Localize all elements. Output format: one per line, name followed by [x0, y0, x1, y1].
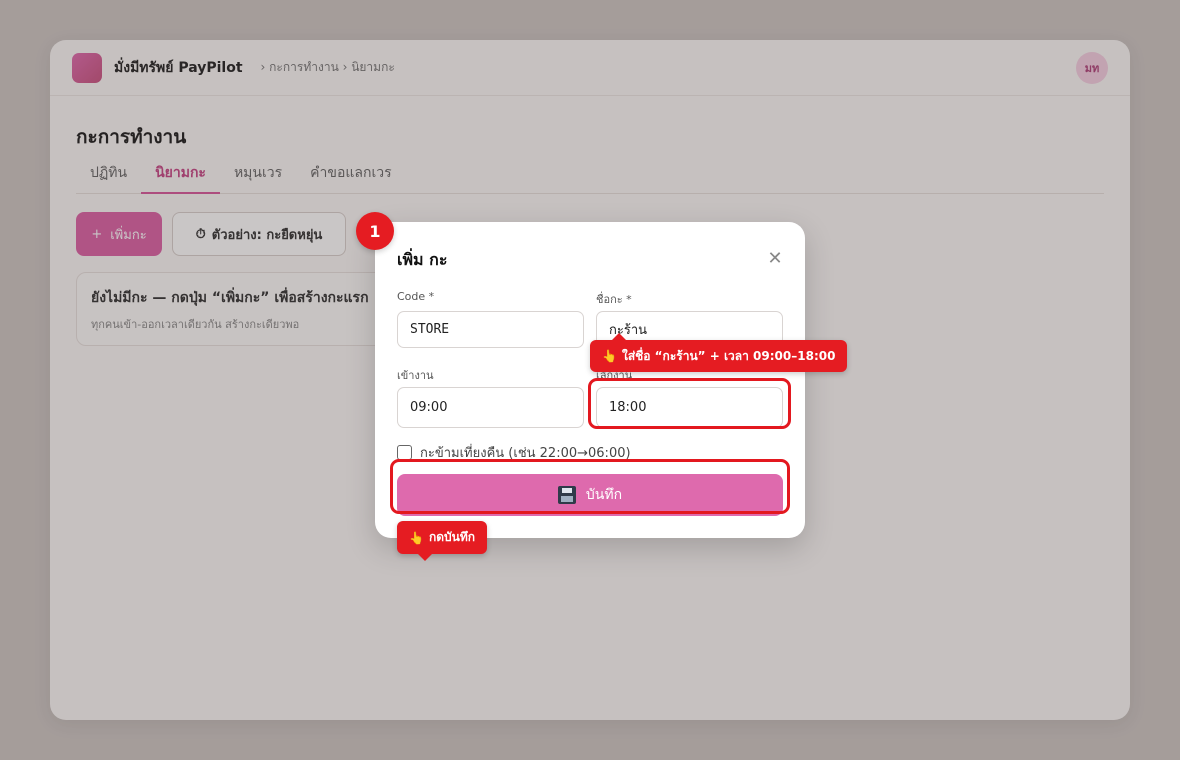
- pointing-hand-icon: 👆: [409, 530, 424, 545]
- code-input[interactable]: STORE: [397, 311, 584, 348]
- pointing-hand-icon: 👆: [602, 349, 617, 363]
- tooltip-arrow: [612, 333, 626, 340]
- dialog-title: เพิ่ม กะ: [397, 250, 448, 269]
- tooltip-arrow: [418, 554, 432, 561]
- tooltip-name-time: 👆 ใส่ชื่อ “กะร้าน” + เวลา 09:00–18:00: [590, 333, 848, 372]
- save-button-highlight: [390, 459, 790, 514]
- tooltip-name-time-text: ใส่ชื่อ “กะร้าน” + เวลา 09:00–18:00: [621, 348, 836, 363]
- code-label: Code *: [397, 290, 435, 303]
- shift-name-label: ชื่อกะ *: [596, 293, 632, 306]
- tooltip-save: 👆 กดบันทึก: [397, 521, 488, 561]
- overnight-checkbox[interactable]: [397, 445, 412, 460]
- step-number-badge: 1: [356, 212, 394, 250]
- start-time-label: เข้างาน: [397, 369, 434, 382]
- start-time-input[interactable]: 09:00: [397, 387, 584, 428]
- close-icon[interactable]: ✕: [766, 250, 784, 268]
- end-time-highlight: [588, 378, 791, 429]
- tooltip-save-text: กดบันทึก: [428, 530, 476, 544]
